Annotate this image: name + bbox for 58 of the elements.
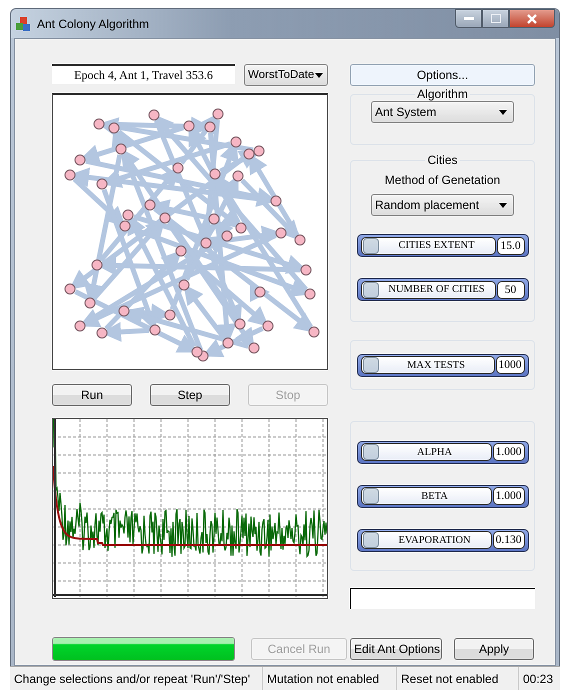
slider-thumb[interactable]: [362, 282, 378, 298]
slider-value: 1000: [496, 356, 524, 374]
slider-thumb[interactable]: [362, 532, 378, 548]
slider-label: ALPHA: [416, 446, 454, 458]
group-title: Cities: [425, 153, 460, 167]
window-title: Ant Colony Algorithm: [37, 16, 150, 30]
slider-thumb[interactable]: [362, 357, 378, 373]
message-field[interactable]: [350, 588, 535, 609]
slider-track[interactable]: CITIES EXTENT: [360, 236, 496, 254]
slider-track[interactable]: BETA: [360, 487, 492, 505]
group-title: Algorithm: [415, 87, 470, 101]
slider-value: 50: [496, 280, 524, 298]
slider-label: MAX TESTS: [406, 360, 466, 370]
slider-thumb[interactable]: [362, 238, 378, 254]
view-dropdown[interactable]: WorstToDate: [244, 64, 328, 86]
dropdown-arrow-icon: [315, 72, 323, 78]
status-text: Mutation not enabled: [263, 667, 397, 690]
slider-track[interactable]: EVAPORATION: [360, 531, 492, 549]
slider-thumb[interactable]: [362, 444, 378, 460]
method-label: Method of Genetation: [384, 173, 500, 187]
close-icon: [527, 14, 537, 24]
slider-control[interactable]: NUMBER OF CITIES 50: [356, 278, 528, 301]
slider-thumb[interactable]: [362, 488, 378, 504]
minimize-icon: [464, 16, 474, 20]
action-button[interactable]: Edit Ant Options: [350, 638, 442, 660]
slider-track[interactable]: NUMBER OF CITIES: [360, 280, 496, 298]
run-control-button[interactable]: Step: [150, 384, 230, 406]
epoch-field[interactable]: Epoch 4, Ant 1, Travel 353.6: [52, 64, 235, 84]
options-button[interactable]: Options...: [350, 64, 535, 86]
dropdown-arrow-icon: [499, 202, 507, 208]
slider-value: 1.000: [492, 443, 524, 461]
maximize-button[interactable]: [482, 9, 509, 28]
slider-control[interactable]: ALPHA 1.000: [356, 440, 528, 464]
slider-label: EVAPORATION: [397, 534, 472, 546]
slider-control[interactable]: BETA 1.000: [356, 484, 528, 508]
status-text: Reset not enabled: [397, 667, 519, 690]
maximize-icon: [490, 14, 500, 23]
algorithm-dropdown[interactable]: Ant System: [371, 101, 514, 123]
slider-track[interactable]: MAX TESTS: [360, 356, 494, 374]
method-dropdown[interactable]: Random placement: [371, 194, 514, 216]
close-button[interactable]: [509, 9, 555, 28]
action-button[interactable]: Apply: [454, 638, 534, 660]
slider-control[interactable]: EVAPORATION 0.130: [356, 528, 528, 552]
app-icon: [15, 16, 31, 32]
slider-track[interactable]: ALPHA: [360, 443, 492, 461]
run-control-button[interactable]: Run: [52, 384, 132, 406]
slider-control[interactable]: MAX TESTS 1000: [356, 354, 528, 376]
dropdown-arrow-icon: [499, 110, 507, 114]
minimize-button[interactable]: [455, 9, 482, 28]
status-text: 00:23: [522, 670, 554, 688]
slider-value: 15.0: [496, 236, 524, 254]
status-text: Change selections and/or repeat 'Run'/'Step': [10, 667, 263, 690]
slider-label: NUMBER OF CITIES: [387, 284, 486, 295]
slider-value: 0.130: [492, 531, 524, 549]
slider-label: BETA: [420, 490, 449, 502]
slider-control[interactable]: CITIES EXTENT 15.0: [356, 234, 528, 257]
slider-value: 1.000: [492, 487, 524, 505]
slider-label: CITIES EXTENT: [397, 240, 476, 251]
